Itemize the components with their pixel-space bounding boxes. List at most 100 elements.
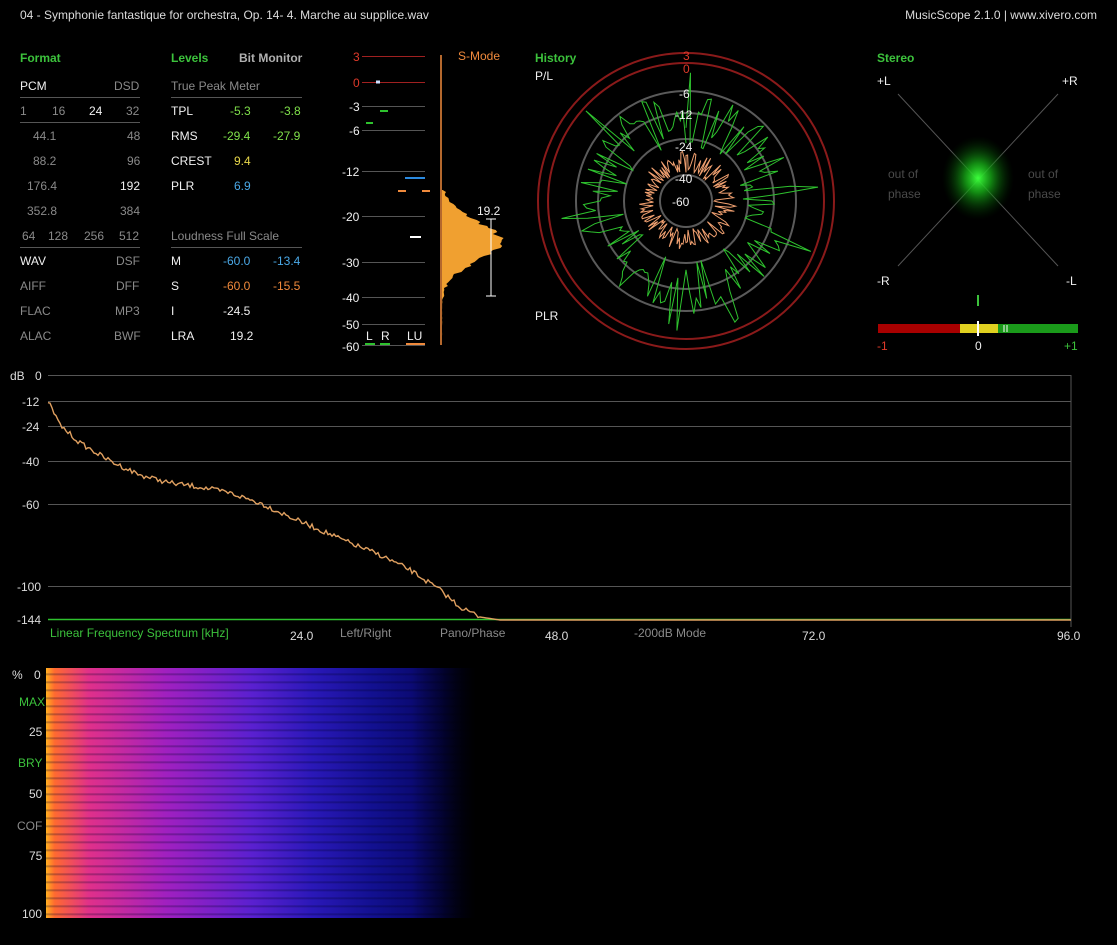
rate-88: 88.2 (33, 154, 57, 168)
ring-m60: -60 (672, 195, 690, 209)
spectrogram-image (46, 668, 476, 918)
legend-r: R (381, 329, 390, 343)
meter-tick-0: 0 (353, 76, 360, 90)
meter-tick-m3: -3 (349, 100, 360, 114)
file-dff: DFF (116, 279, 140, 293)
rms-label: RMS (171, 129, 198, 143)
i-label: I (171, 304, 175, 318)
window-title: 04 - Symphonie fantastique for orchestra… (20, 8, 429, 22)
stereo-plus-l: +L (877, 74, 891, 88)
crest-label: CREST (171, 154, 212, 168)
ring-m6: -6 (679, 87, 690, 101)
rate-192: 192 (120, 179, 141, 193)
correlation-zero: 0 (975, 339, 982, 353)
plr-label: PLR (171, 179, 195, 193)
spectrum-db-label: dB (10, 369, 25, 383)
out-of-phase-left: out of phase (888, 167, 921, 201)
ring-m40: -40 (675, 172, 693, 186)
file-alac: ALAC (20, 329, 52, 343)
smode-button[interactable]: S-Mode (458, 49, 500, 63)
bit-32: 32 (126, 104, 140, 118)
ring-m12: -12 (675, 108, 693, 122)
rate-352: 352.8 (27, 204, 58, 218)
dsd-512: 512 (119, 229, 140, 243)
spec-y-100: -100 (17, 580, 42, 594)
format-pcm: PCM (20, 79, 47, 93)
stereo-header: Stereo (877, 51, 915, 65)
file-mp3: MP3 (115, 304, 140, 318)
meter-tick-m40: -40 (342, 291, 360, 305)
file-wav: WAV (20, 254, 46, 268)
rms-left: -29.4 (223, 129, 251, 143)
meter-tick-m6: -6 (349, 124, 360, 138)
spectrum-title: Linear Frequency Spectrum [kHz] (50, 626, 229, 640)
lra-label: LRA (171, 329, 195, 343)
dsd-256: 256 (84, 229, 105, 243)
m-max: -13.4 (273, 254, 301, 268)
spec-y-60: -60 (22, 498, 40, 512)
i-value: -24.5 (223, 304, 251, 318)
meter-tick-3: 3 (353, 50, 360, 64)
bit-24: 24 (89, 104, 103, 118)
legend-lu: LU (407, 329, 423, 343)
lra-value: 19.2 (230, 329, 254, 343)
m-value: -60.0 (223, 254, 251, 268)
meter-tick-m12: -12 (342, 165, 360, 179)
mode-left-right[interactable]: Left/Right (340, 626, 391, 640)
spectrogram-max: MAX (19, 695, 46, 709)
bit-monitor-tab[interactable]: Bit Monitor (239, 51, 302, 65)
app-name: MusicScope 2.1.0 | www.xivero.com (905, 8, 1097, 22)
correlation-plus1: +1 (1064, 339, 1078, 353)
rate-96: 96 (127, 154, 141, 168)
file-bwf: BWF (114, 329, 141, 343)
rate-384: 384 (120, 204, 141, 218)
spec-y-0: 0 (35, 369, 42, 383)
legend-l: L (366, 329, 373, 343)
spectrogram-y-75: 75 (29, 849, 43, 863)
spec-x-72: 72.0 (802, 629, 826, 643)
mode-200db[interactable]: -200dB Mode (634, 626, 706, 640)
dsd-64: 64 (22, 229, 36, 243)
spec-x-48: 48.0 (545, 629, 569, 643)
plr-value: 6.9 (234, 179, 251, 193)
crest-value: 9.4 (234, 154, 251, 168)
stereo-minus-l: -L (1066, 274, 1077, 288)
spec-y-24: -24 (22, 420, 40, 434)
ring-m24: -24 (675, 140, 693, 154)
spec-x-24: 24.0 (290, 629, 314, 643)
spec-x-96: 96.0 (1057, 629, 1081, 643)
spec-y-144: -144 (17, 613, 42, 627)
rate-48: 48 (127, 129, 141, 143)
spec-y-12: -12 (22, 395, 40, 409)
rms-right: -27.9 (273, 129, 301, 143)
file-flac: FLAC (20, 304, 51, 318)
levels-tab[interactable]: Levels (171, 51, 208, 65)
spectrogram-y-0: 0 (34, 668, 41, 682)
ring-0: 0 (683, 62, 690, 76)
correlation-minus1: -1 (877, 339, 888, 353)
out-of-phase-right: out of phase (1028, 167, 1061, 201)
mode-pano-phase[interactable]: Pano/Phase (440, 626, 505, 640)
meter-graph (362, 55, 504, 346)
format-dsd: DSD (114, 79, 140, 93)
spectrogram-pct: % (12, 668, 23, 682)
spectrogram-y-100: 100 (22, 907, 43, 921)
stereo-goniometer (878, 93, 1078, 336)
rate-176: 176.4 (27, 179, 58, 193)
dsd-128: 128 (48, 229, 69, 243)
spec-y-40: -40 (22, 455, 40, 469)
meter-tick-m60: -60 (342, 340, 360, 354)
spectrum-plot (47, 375, 1072, 627)
meter-tick-m30: -30 (342, 256, 360, 270)
m-label: M (171, 254, 181, 268)
ring-3: 3 (683, 49, 690, 63)
file-dsf: DSF (116, 254, 140, 268)
bit-16: 16 (52, 104, 66, 118)
s-max: -15.5 (273, 279, 301, 293)
lra-bracket-value: 19.2 (477, 204, 501, 218)
meter-tick-m20: -20 (342, 210, 360, 224)
bit-1: 1 (20, 104, 27, 118)
tpl-left: -5.3 (230, 104, 251, 118)
stereo-plus-r: +R (1062, 74, 1078, 88)
spectrogram-y-25: 25 (29, 725, 43, 739)
